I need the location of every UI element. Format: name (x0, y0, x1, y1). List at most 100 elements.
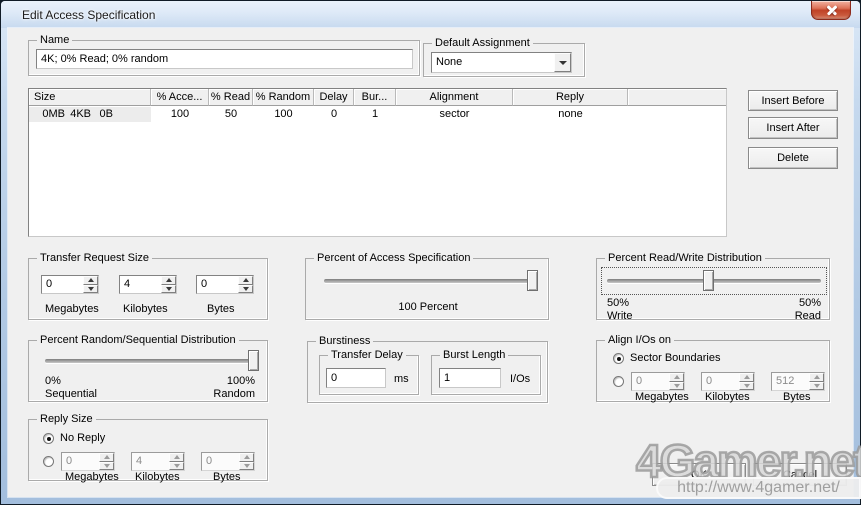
cell-access[interactable]: 100 (151, 108, 209, 120)
percent-access-value: 100 Percent (306, 301, 550, 313)
cancel-button[interactable]: Cancel (753, 463, 847, 486)
custom-reply-radio[interactable] (43, 456, 54, 467)
spin-down-icon (739, 382, 754, 391)
insert-after-button[interactable]: Insert After (748, 117, 838, 139)
align-kilobytes-spinner[interactable]: 0 (701, 372, 755, 391)
reply-megabytes-value: 0 (62, 453, 99, 470)
percent-read-write-label: Percent Read/Write Distribution (605, 252, 765, 265)
spin-down-icon (239, 462, 254, 471)
trs-megabytes-label: Megabytes (45, 303, 99, 315)
spin-up-icon (669, 373, 684, 382)
default-assignment-value: None (432, 53, 554, 72)
name-group: Name (28, 40, 420, 76)
no-reply-option[interactable]: No Reply (60, 432, 105, 444)
transfer-request-size-label: Transfer Request Size (37, 252, 152, 265)
align-bytes-spinner[interactable]: 512 (771, 372, 825, 391)
trs-kilobytes-spinner[interactable]: 4 (119, 275, 177, 294)
ok-button[interactable]: OK (652, 463, 746, 486)
dialog-body: Name Default Assignment None Size % Acce… (8, 28, 853, 497)
percent-access-slider-thumb[interactable] (527, 270, 538, 291)
percent-random-sequential-group: Percent Random/Sequential Distribution 0… (28, 340, 268, 402)
access-spec-table[interactable]: Size % Acce... % Read % Random Delay Bur… (28, 88, 727, 237)
spin-down-icon (169, 462, 184, 471)
spin-down-icon[interactable] (161, 285, 176, 294)
spin-up-icon (99, 453, 114, 462)
transfer-request-size-group: Transfer Request Size 0 4 0 Megabytes Ki… (28, 258, 268, 320)
sector-boundaries-option[interactable]: Sector Boundaries (630, 352, 721, 364)
align-kilobytes-label: Kilobytes (705, 391, 750, 403)
no-reply-radio[interactable] (43, 433, 54, 444)
name-group-label: Name (37, 34, 72, 47)
default-assignment-group: Default Assignment None (423, 43, 585, 77)
chevron-down-icon[interactable] (554, 53, 571, 72)
trs-bytes-label: Bytes (207, 303, 235, 315)
sector-boundaries-radio[interactable] (613, 353, 624, 364)
random-sequential-slider-thumb[interactable] (248, 350, 259, 371)
cell-random[interactable]: 100 (253, 108, 314, 120)
cell-size[interactable]: 0MB 4KB 0B (29, 107, 151, 122)
percent-access-slider-track[interactable] (324, 279, 538, 283)
spin-up-icon[interactable] (238, 276, 253, 285)
align-megabytes-label: Megabytes (635, 391, 689, 403)
reply-megabytes-label: Megabytes (65, 471, 119, 483)
align-bytes-label: Bytes (783, 391, 811, 403)
reply-bytes-label: Bytes (213, 471, 241, 483)
cell-read[interactable]: 50 (209, 108, 253, 120)
burstiness-group: Burstiness Transfer Delay ms Burst Lengt… (307, 341, 548, 403)
random-sequential-slider-track[interactable] (45, 359, 257, 363)
spin-up-icon[interactable] (161, 276, 176, 285)
spin-down-icon (99, 462, 114, 471)
cell-reply[interactable]: none (513, 108, 628, 120)
transfer-delay-input[interactable] (326, 368, 386, 388)
default-assignment-select[interactable]: None (431, 52, 572, 73)
close-button[interactable] (811, 1, 851, 20)
align-kilobytes-value: 0 (702, 373, 739, 390)
reply-kilobytes-label: Kilobytes (135, 471, 180, 483)
trs-bytes-spinner[interactable]: 0 (196, 275, 254, 294)
burst-length-input[interactable] (439, 368, 501, 388)
align-ios-label: Align I/Os on (605, 334, 674, 347)
align-megabytes-value: 0 (632, 373, 669, 390)
cell-alignment[interactable]: sector (396, 108, 513, 120)
column-header-reply[interactable]: Reply (513, 89, 628, 106)
title-bar: Edit Access Specification (1, 1, 860, 28)
trs-bytes-value: 0 (197, 276, 238, 293)
insert-before-button[interactable]: Insert Before (748, 90, 838, 111)
default-assignment-label: Default Assignment (432, 37, 533, 50)
column-header-read[interactable]: % Read (209, 89, 253, 106)
column-header-size[interactable]: Size (29, 89, 151, 106)
column-header-alignment[interactable]: Alignment (396, 89, 513, 106)
reply-kilobytes-spinner[interactable]: 4 (131, 452, 185, 471)
delete-button[interactable]: Delete (748, 147, 838, 169)
column-header-burst[interactable]: Bur... (354, 89, 396, 106)
cell-delay[interactable]: 0 (314, 108, 354, 120)
column-header-access[interactable]: % Acce... (151, 89, 209, 106)
column-header-delay[interactable]: Delay (314, 89, 354, 106)
reply-bytes-spinner[interactable]: 0 (201, 452, 255, 471)
column-header-random[interactable]: % Random (253, 89, 314, 106)
spin-up-icon (239, 453, 254, 462)
custom-alignment-radio[interactable] (613, 376, 624, 387)
size-megabytes: 0MB (29, 108, 65, 120)
name-input[interactable] (36, 49, 413, 69)
reply-size-group: Reply Size No Reply 0 4 0 Megabytes Kilo… (28, 419, 268, 481)
percent-random-sequential-label: Percent Random/Sequential Distribution (37, 334, 239, 347)
percent-access-group: Percent of Access Specification 100 Perc… (305, 258, 549, 320)
burst-length-label: Burst Length (440, 349, 508, 362)
spin-down-icon[interactable] (83, 285, 98, 294)
spin-up-icon[interactable] (83, 276, 98, 285)
trs-kilobytes-label: Kilobytes (123, 303, 168, 315)
read-write-slider-track[interactable] (607, 279, 821, 283)
burstiness-label: Burstiness (316, 335, 373, 348)
cell-burst[interactable]: 1 (354, 108, 396, 120)
read-write-slider-thumb[interactable] (703, 270, 714, 291)
table-row[interactable]: 0MB 4KB 0B 100 50 100 0 1 sector none (29, 106, 726, 122)
align-megabytes-spinner[interactable]: 0 (631, 372, 685, 391)
reply-megabytes-spinner[interactable]: 0 (61, 452, 115, 471)
spin-down-icon[interactable] (238, 285, 253, 294)
transfer-delay-group: Transfer Delay ms (319, 355, 419, 395)
spin-down-icon (669, 382, 684, 391)
burst-length-unit: I/Os (510, 373, 530, 385)
trs-megabytes-spinner[interactable]: 0 (41, 275, 99, 294)
size-kilobytes: 4KB (65, 108, 91, 120)
